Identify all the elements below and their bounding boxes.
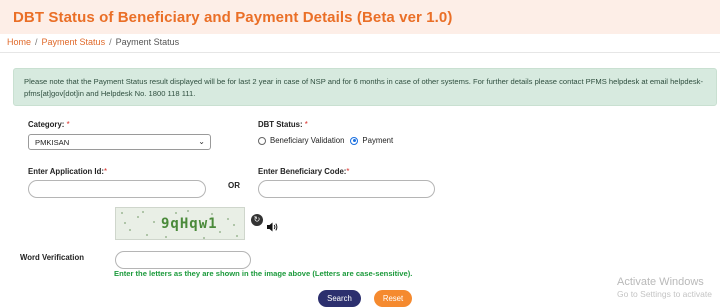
captcha-hint: Enter the letters as they are shown in t…	[114, 269, 413, 278]
required-mark: *	[103, 167, 107, 176]
radio-label: Payment	[362, 136, 394, 145]
radio-button-beneficiary-validation[interactable]	[258, 136, 266, 145]
activate-windows-watermark: Activate Windows	[617, 276, 704, 288]
category-select[interactable]: PMKISAN ⌄	[28, 134, 211, 150]
reset-button[interactable]: Reset	[374, 290, 412, 307]
required-mark: *	[346, 167, 350, 176]
radio-button-payment[interactable]	[350, 136, 359, 145]
radio-option-payment[interactable]: Payment	[350, 136, 393, 145]
page-title: DBT Status of Beneficiary and Payment De…	[13, 9, 453, 26]
or-separator: OR	[228, 181, 240, 190]
speaker-icon[interactable]	[267, 219, 279, 232]
required-mark: *	[304, 120, 308, 129]
breadcrumb-current: Payment Status	[115, 37, 180, 47]
notice-text: Please note that the Payment Status resu…	[24, 77, 703, 98]
radio-label: Beneficiary Validation	[270, 136, 345, 145]
radio-option-beneficiary-validation[interactable]: Beneficiary Validation	[258, 136, 344, 145]
required-mark: *	[66, 120, 70, 129]
captcha-text: 9qHqw1	[161, 216, 218, 232]
activate-windows-subtext: Go to Settings to activate	[617, 289, 712, 299]
breadcrumb-home-link[interactable]: Home	[7, 37, 31, 47]
word-verification-label: Word Verification	[20, 253, 84, 262]
dbt-status-radio-group: Beneficiary Validation Payment	[258, 136, 399, 145]
captcha-image: 9qHqw1	[115, 207, 245, 240]
dbt-status-label-text: DBT Status:	[258, 120, 303, 129]
search-button[interactable]: Search	[318, 290, 361, 307]
application-id-input[interactable]	[28, 180, 206, 198]
speaker-glyph	[267, 222, 278, 232]
refresh-captcha-icon[interactable]: ↻	[251, 214, 263, 226]
breadcrumb-separator: /	[35, 37, 38, 47]
beneficiary-code-label: Enter Beneficiary Code:*	[258, 167, 349, 176]
chevron-down-icon: ⌄	[198, 137, 205, 146]
breadcrumb-separator: /	[109, 37, 112, 47]
breadcrumb: Home / Payment Status / Payment Status	[7, 37, 179, 47]
category-label: Category: *	[28, 120, 70, 129]
category-label-text: Category:	[28, 120, 65, 129]
notice-alert: Please note that the Payment Status resu…	[13, 68, 717, 106]
application-id-label-text: Enter Application Id:	[28, 167, 104, 176]
title-bar: DBT Status of Beneficiary and Payment De…	[0, 0, 720, 34]
word-verification-input[interactable]	[115, 251, 251, 269]
category-selected-value: PMKISAN	[35, 138, 70, 147]
header-divider	[0, 52, 720, 53]
dbt-status-label: DBT Status: *	[258, 120, 308, 129]
beneficiary-code-label-text: Enter Beneficiary Code:	[258, 167, 347, 176]
breadcrumb-payment-status-link[interactable]: Payment Status	[42, 37, 106, 47]
application-id-label: Enter Application Id:*	[28, 167, 107, 176]
beneficiary-code-input[interactable]	[258, 180, 435, 198]
